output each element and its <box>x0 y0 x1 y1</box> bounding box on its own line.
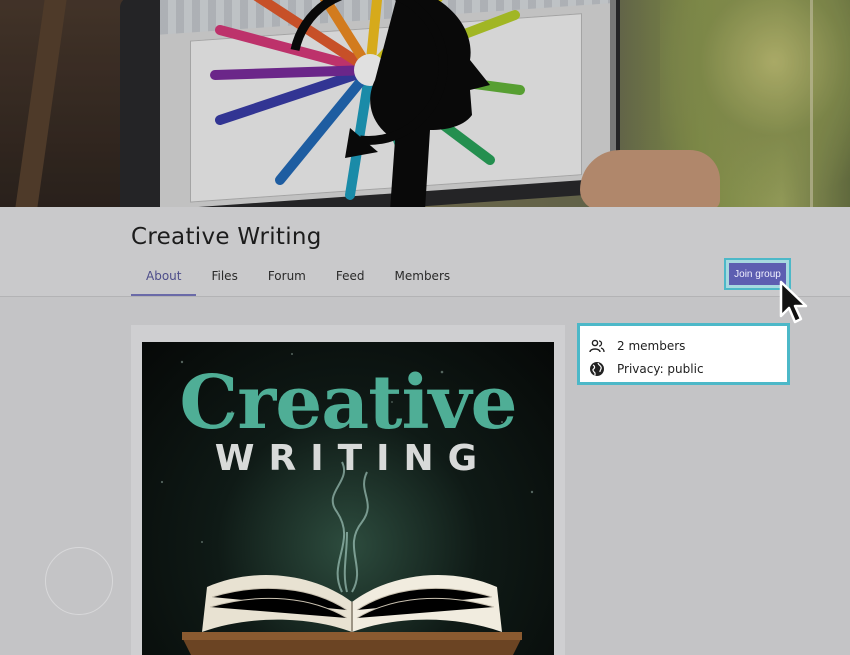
group-tabs: About Files Forum Feed Members <box>131 263 465 296</box>
tab-about[interactable]: About <box>131 263 197 296</box>
group-image-card: Creative WRITING <box>131 325 565 655</box>
members-count: 2 members <box>617 339 686 353</box>
banner-image <box>0 0 850 207</box>
cover-subtitle-text: WRITING <box>214 438 492 479</box>
tab-members[interactable]: Members <box>380 263 466 296</box>
group-cover-image: Creative WRITING <box>142 342 554 655</box>
cover-title-text: Creative <box>179 360 517 446</box>
privacy-row: Privacy: public <box>589 360 704 378</box>
members-row: 2 members <box>589 337 685 355</box>
mouse-cursor-icon <box>779 280 808 324</box>
group-header: Creative Writing About Files Forum Feed … <box>0 207 850 297</box>
tab-forum[interactable]: Forum <box>253 263 321 296</box>
join-group-button[interactable]: Join group <box>729 263 786 285</box>
open-book-illustration <box>182 575 522 655</box>
loading-circle <box>45 547 113 615</box>
people-icon <box>589 339 605 353</box>
group-info-card: 2 members Privacy: public <box>577 323 790 385</box>
privacy-status: Privacy: public <box>617 362 704 376</box>
tab-feed[interactable]: Feed <box>321 263 380 296</box>
globe-icon <box>590 362 604 376</box>
page-title: Creative Writing <box>131 224 322 250</box>
tab-files[interactable]: Files <box>196 263 252 296</box>
